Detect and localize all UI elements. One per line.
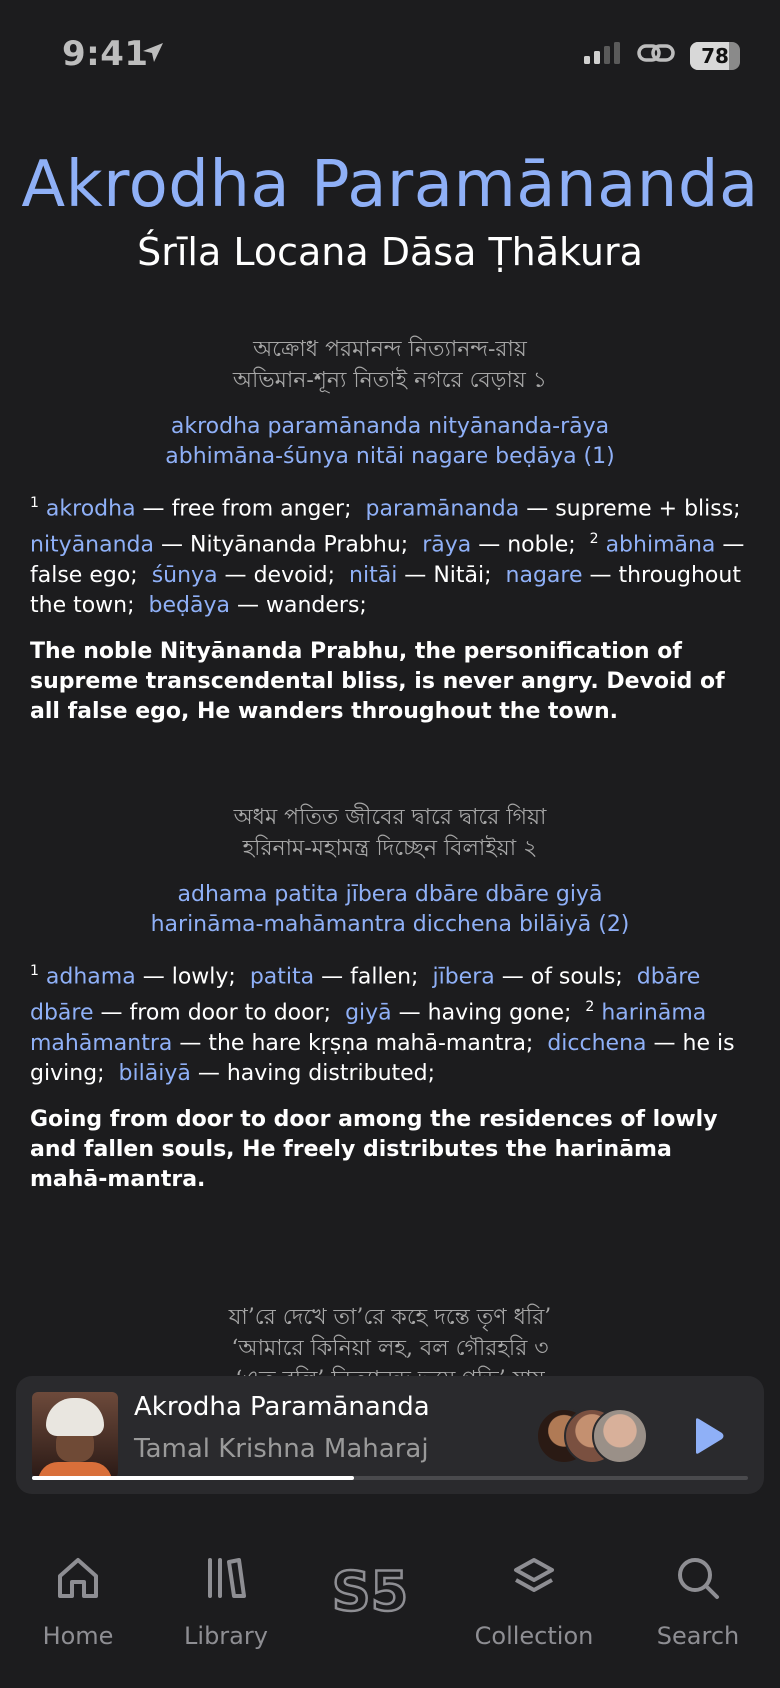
verse-synonyms: 1 akrodha — free from anger; paramānanda…: [30, 495, 745, 618]
verse-1: অক্রোধ পরমানন্দ নিত্যানন্দ-রায় অভিমান-শ…: [0, 334, 780, 727]
tab-home[interactable]: Home: [8, 1510, 148, 1650]
mini-player[interactable]: Akrodha Paramānanda Tamal Krishna Mahara…: [16, 1376, 764, 1494]
verse-translation: Going from door to door among the reside…: [30, 1106, 718, 1192]
track-artwork: [32, 1392, 118, 1478]
library-icon: [208, 1558, 246, 1598]
tab-library[interactable]: Library: [156, 1510, 296, 1650]
s5-logo-icon: S5: [331, 1560, 410, 1620]
verse-transliteration: akrodha paramānanda nityānanda-rāya abhi…: [165, 414, 615, 469]
tab-s5-home[interactable]: S5: [300, 1510, 440, 1620]
collection-icon: [514, 1558, 554, 1592]
playback-progress-fill: [32, 1476, 355, 1480]
player-artist: Tamal Krishna Maharaj: [134, 1434, 429, 1464]
avatar: [592, 1408, 648, 1464]
verse-synonyms: 1 adhama — lowly; patita — fallen; jīber…: [30, 963, 735, 1086]
tab-collection[interactable]: Collection: [464, 1510, 604, 1650]
tab-bar: Home Library S5 Collection Search: [0, 1510, 780, 1688]
play-button[interactable]: [690, 1416, 726, 1456]
svg-text:S5: S5: [332, 1560, 408, 1620]
verse-3: যা’রে দেখে তা’রে কহে দন্তে তৃণ ধরি’ ‘আমা…: [0, 1302, 780, 1380]
tab-search[interactable]: Search: [628, 1510, 768, 1650]
home-icon: [58, 1558, 98, 1598]
playback-progress-bar[interactable]: [32, 1476, 748, 1480]
verse-bengali: অক্রোধ পরমানন্দ নিত্যানন্দ-রায় অভিমান-শ…: [232, 337, 548, 393]
search-icon: [678, 1558, 719, 1599]
verse-translation: The noble Nityānanda Prabhu, the personi…: [30, 638, 725, 724]
verse-2: অধম পতিত জীবের দ্বারে দ্বারে গিয়া হরিনা…: [0, 802, 780, 1195]
song-author: Śrīla Locana Dāsa Ṭhākura: [137, 230, 643, 274]
verse-bengali: যা’রে দেখে তা’রে কহে দন্তে তৃণ ধরি’ ‘আমা…: [228, 1305, 552, 1380]
verse-bengali: অধম পতিত জীবের দ্বারে দ্বারে গিয়া হরিনা…: [233, 805, 547, 861]
player-track-title: Akrodha Paramānanda: [134, 1392, 430, 1422]
verse-transliteration: adhama patita jībera dbāre dbāre giyā ha…: [150, 882, 630, 937]
song-content[interactable]: Akrodha Paramānanda Śrīla Locana Dāsa Ṭh…: [0, 0, 780, 1380]
song-title: Akrodha Paramānanda: [21, 148, 759, 222]
listener-avatars[interactable]: [536, 1408, 666, 1464]
